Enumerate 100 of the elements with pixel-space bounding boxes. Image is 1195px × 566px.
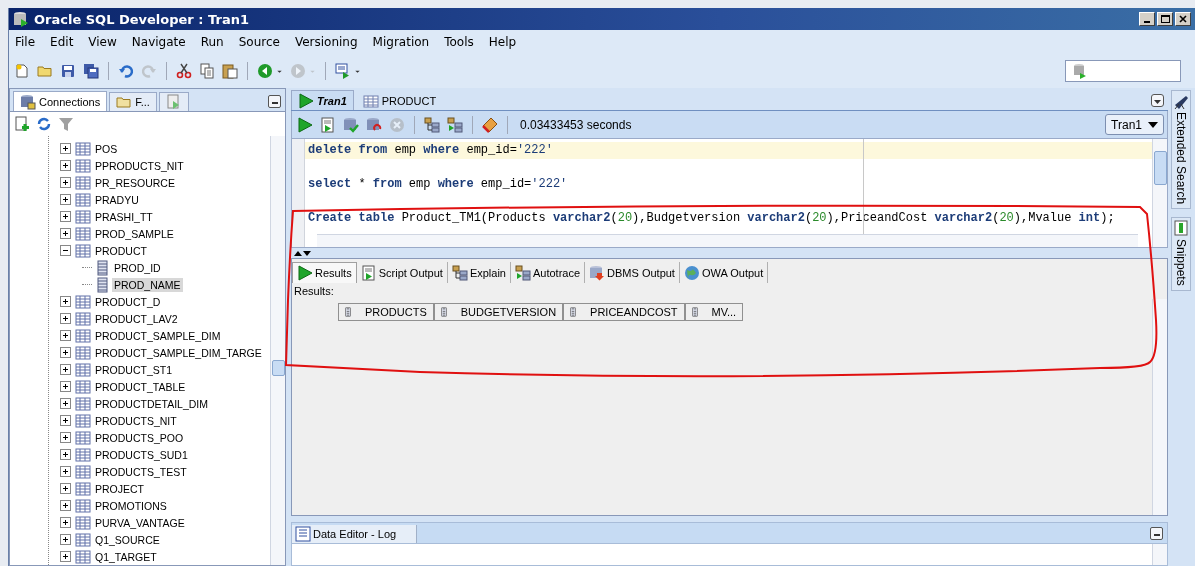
new-button[interactable]	[13, 62, 31, 80]
tree-item[interactable]: PROD_NAME	[112, 277, 183, 292]
panel-tab[interactable]: Connections	[13, 91, 108, 111]
sql-button[interactable]	[334, 62, 362, 80]
scrollbar[interactable]	[1152, 139, 1167, 247]
log-tab[interactable]: Data Editor - Log	[292, 525, 418, 543]
tree-item[interactable]: PROMOTIONS	[93, 498, 169, 513]
panel-tab[interactable]: F...	[109, 92, 157, 111]
tree-item[interactable]: PRODUCTDETAIL_DIM	[93, 396, 210, 411]
connection-select[interactable]	[1065, 60, 1181, 82]
minimize-button[interactable]	[1150, 527, 1163, 540]
expand-toggle[interactable]	[60, 381, 71, 392]
menu-item[interactable]: Migration	[372, 35, 430, 49]
expand-toggle[interactable]	[60, 500, 71, 511]
tree-item[interactable]: PRODUCT_TABLE	[93, 379, 188, 394]
tree-item[interactable]: PRODUCTS_NIT	[93, 413, 179, 428]
editor-tab[interactable]: Tran1	[291, 90, 354, 110]
expand-toggle[interactable]	[60, 398, 71, 409]
tree-item[interactable]: PRODUCT_SAMPLE_DIM	[93, 328, 223, 343]
tree-item[interactable]: PR_RESOURCE	[93, 175, 177, 190]
results-tab[interactable]: Script Output	[356, 262, 448, 283]
scrollbar[interactable]	[270, 136, 285, 565]
expand-toggle[interactable]	[60, 313, 71, 324]
expand-toggle[interactable]	[60, 534, 71, 545]
autotrace-button[interactable]	[446, 115, 464, 134]
undo-button[interactable]	[117, 62, 135, 80]
explain-button[interactable]	[423, 115, 441, 134]
expand-toggle[interactable]	[60, 466, 71, 477]
expand-toggle[interactable]	[60, 432, 71, 443]
tree-item[interactable]: PPRODUCTS_NIT	[93, 158, 186, 173]
column-header[interactable]: BUDGETVERSION	[433, 303, 564, 321]
tree-item[interactable]: PRODUCT_SAMPLE_DIM_TARGE	[93, 345, 264, 360]
expand-toggle[interactable]	[60, 364, 71, 375]
maximize-button[interactable]	[1157, 12, 1173, 26]
menu-item[interactable]: Help	[488, 35, 517, 49]
expand-toggle[interactable]	[60, 415, 71, 426]
collapse-toggle[interactable]	[60, 245, 71, 256]
minimize-button[interactable]	[268, 95, 281, 108]
scrollbar[interactable]	[317, 234, 1138, 247]
expand-toggle[interactable]	[60, 449, 71, 460]
tree-item[interactable]: PRODUCTS_TEST	[93, 464, 189, 479]
expand-toggle[interactable]	[60, 483, 71, 494]
expand-toggle[interactable]	[60, 160, 71, 171]
tree-item[interactable]: PRODUCT	[93, 243, 149, 258]
tree-item[interactable]: PRODUCTS_SUD1	[93, 447, 190, 462]
tree-item[interactable]: PURVA_VANTAGE	[93, 515, 187, 530]
scrollbar[interactable]	[1152, 299, 1167, 515]
results-tab[interactable]: DBMS Output	[585, 262, 680, 283]
menu-item[interactable]: View	[88, 35, 117, 49]
cut-button[interactable]	[175, 62, 193, 80]
clear-button[interactable]	[481, 115, 499, 134]
expand-toggle[interactable]	[60, 551, 71, 562]
run-script-button[interactable]	[319, 115, 337, 134]
editor-tab[interactable]: PRODUCT	[355, 91, 444, 110]
save-button[interactable]	[59, 62, 77, 80]
column-header[interactable]: MV...	[684, 303, 744, 321]
close-button[interactable]	[1175, 12, 1191, 26]
expand-toggle[interactable]	[60, 296, 71, 307]
back-button[interactable]	[256, 62, 284, 80]
expand-toggle[interactable]	[60, 211, 71, 222]
paste-button[interactable]	[221, 62, 239, 80]
results-tab[interactable]: Results	[292, 262, 357, 283]
run-button[interactable]	[296, 115, 314, 134]
results-tab[interactable]: OWA Output	[679, 262, 769, 283]
tree-item[interactable]: Q1_TARGET	[93, 549, 159, 564]
column-header[interactable]: PRODUCTS	[338, 303, 434, 321]
menu-item[interactable]: Tools	[444, 35, 474, 49]
copy-button[interactable]	[198, 62, 216, 80]
tab-list-button[interactable]	[1151, 94, 1164, 107]
tree-item[interactable]: PRASHI_TT	[93, 209, 155, 224]
menu-item[interactable]: Navigate	[131, 35, 186, 49]
scrollbar[interactable]	[1152, 544, 1167, 565]
side-tab[interactable]: Snippets	[1171, 217, 1191, 291]
menu-item[interactable]: Run	[200, 35, 224, 49]
side-tab[interactable]: Extended Search	[1171, 90, 1191, 210]
tree-item[interactable]: PRODUCT_ST1	[93, 362, 174, 377]
save-all-button[interactable]	[82, 62, 100, 80]
menu-item[interactable]: Source	[238, 35, 280, 49]
expand-toggle[interactable]	[60, 194, 71, 205]
results-tab[interactable]: Autotrace	[510, 262, 586, 283]
column-header[interactable]: PRICEANDCOST	[563, 303, 685, 321]
menu-item[interactable]: Edit	[50, 35, 74, 49]
tree-item[interactable]: PRADYU	[93, 192, 141, 207]
expand-toggle[interactable]	[60, 330, 71, 341]
menu-item[interactable]: File	[15, 35, 36, 49]
tree-item[interactable]: POS	[93, 141, 120, 156]
expand-toggle[interactable]	[60, 228, 71, 239]
tree-item[interactable]: Q1_SOURCE	[93, 532, 162, 547]
results-tab[interactable]: Explain	[447, 262, 511, 283]
tree-item[interactable]: PROD_SAMPLE	[93, 226, 176, 241]
tree-item[interactable]: PRODUCT_LAV2	[93, 311, 180, 326]
expand-toggle[interactable]	[60, 177, 71, 188]
tree-item[interactable]: PRODUCT_D	[93, 294, 163, 309]
expand-toggle[interactable]	[60, 517, 71, 528]
expand-toggle[interactable]	[60, 347, 71, 358]
connection-dropdown[interactable]: Tran1	[1105, 114, 1164, 135]
expand-toggle[interactable]	[60, 143, 71, 154]
menu-item[interactable]: Versioning	[294, 35, 358, 49]
tree-item[interactable]: PRODUCTS_POO	[93, 430, 186, 445]
tree-item[interactable]: PROD_ID	[112, 260, 163, 275]
